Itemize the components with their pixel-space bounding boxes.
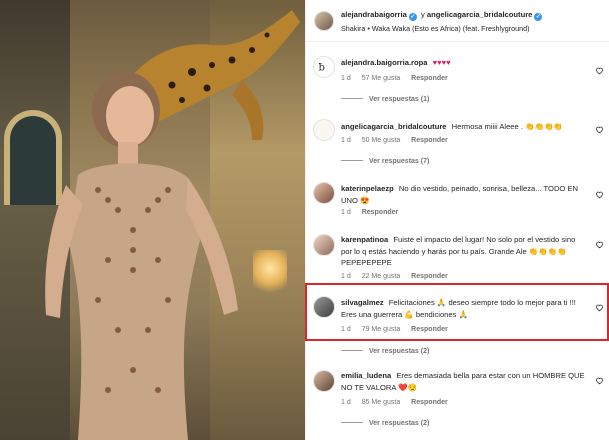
comments-panel: alejandrabaigorria ✓ y angelicagarcia_bri…	[305, 0, 609, 440]
comment-time: 1 d	[341, 209, 351, 216]
svg-text:ƀ: ƀ	[319, 63, 325, 74]
like-heart-icon[interactable]	[595, 66, 604, 75]
comment-avatar[interactable]	[313, 119, 335, 141]
comment-username[interactable]: angelicagarcia_bridalcouture	[341, 122, 447, 131]
view-replies-link[interactable]: Ver respuestas (7)	[341, 158, 429, 165]
post-header: alejandrabaigorria ✓ y angelicagarcia_bri…	[306, 0, 609, 42]
comment-text: katerinpelaezp No dio vestido, peinado, …	[341, 183, 586, 206]
comment-meta: 1 d Responder	[341, 209, 407, 216]
comment-time: 1 d	[341, 399, 351, 406]
author-conjunction: y	[420, 10, 425, 19]
verified-badge-icon: ✓	[534, 13, 543, 21]
like-heart-icon[interactable]	[595, 190, 604, 199]
comment-username[interactable]: alejandra.baigorria.ropa	[341, 58, 428, 67]
comment-username[interactable]: karenpatinoa	[341, 235, 388, 244]
author-username-2[interactable]: angelicagarcia_bridalcouture	[427, 10, 533, 19]
author-avatar[interactable]	[314, 11, 334, 31]
comment-avatar[interactable]	[313, 370, 335, 392]
comment-time: 1 d	[341, 137, 351, 144]
comment-avatar[interactable]: ƀ	[313, 56, 335, 78]
verified-badge-icon: ✓	[408, 13, 417, 21]
comment-avatar[interactable]	[313, 182, 335, 204]
like-heart-icon[interactable]	[595, 376, 604, 385]
comment-meta: 1 d 22 Me gusta Responder	[341, 273, 457, 280]
woman-in-beaded-dress	[45, 72, 238, 440]
comment-meta: 1 d 50 Me gusta Responder	[341, 137, 457, 144]
comment-likes[interactable]: 85 Me gusta	[362, 399, 401, 406]
post-photo[interactable]	[0, 0, 305, 440]
reply-button[interactable]: Responder	[411, 399, 448, 406]
comment-likes[interactable]: 57 Me gusta	[362, 75, 401, 82]
author-line: alejandrabaigorria ✓ y angelicagarcia_bri…	[341, 10, 544, 21]
reply-button[interactable]: Responder	[411, 137, 448, 144]
like-heart-icon[interactable]	[595, 125, 604, 134]
audio-track[interactable]: Shakira • Waka Waka (Esto es Africa) (fe…	[341, 24, 530, 33]
comment-likes[interactable]: 50 Me gusta	[362, 137, 401, 144]
comment-username[interactable]: katerinpelaezp	[341, 184, 394, 193]
view-replies-link[interactable]: Ver respuestas (2)	[341, 420, 429, 427]
author-username-1[interactable]: alejandrabaigorria	[341, 10, 407, 19]
comment-meta: 1 d 57 Me gusta Responder	[341, 75, 457, 82]
view-replies-link[interactable]: Ver respuestas (2)	[341, 348, 429, 355]
comment-body: Hermosa miiii Aleee . 👏👏👏👏	[451, 122, 563, 131]
comment-likes[interactable]: 22 Me gusta	[362, 273, 401, 280]
comment-body: ♥♥♥♥	[432, 58, 451, 67]
comment-time: 1 d	[341, 75, 351, 82]
comment-text: angelicagarcia_bridalcouture Hermosa mii…	[341, 121, 586, 133]
reply-button[interactable]: Responder	[362, 209, 399, 216]
comment-username[interactable]: emilia_ludena	[341, 371, 391, 380]
comment-text: karenpatinoa Fuiste el impacto del lugar…	[341, 234, 586, 269]
reply-button[interactable]: Responder	[411, 273, 448, 280]
comment-text: emilia_ludena Eres demasiada bella para …	[341, 370, 586, 393]
highlight-box	[305, 283, 609, 341]
view-replies-link[interactable]: Ver respuestas (1)	[341, 96, 429, 103]
reply-button[interactable]: Responder	[411, 75, 448, 82]
like-heart-icon[interactable]	[595, 240, 604, 249]
comment-text: alejandra.baigorria.ropa ♥♥♥♥	[341, 57, 586, 69]
comment-meta: 1 d 85 Me gusta Responder	[341, 399, 457, 406]
comment-avatar[interactable]	[313, 234, 335, 256]
comment-time: 1 d	[341, 273, 351, 280]
